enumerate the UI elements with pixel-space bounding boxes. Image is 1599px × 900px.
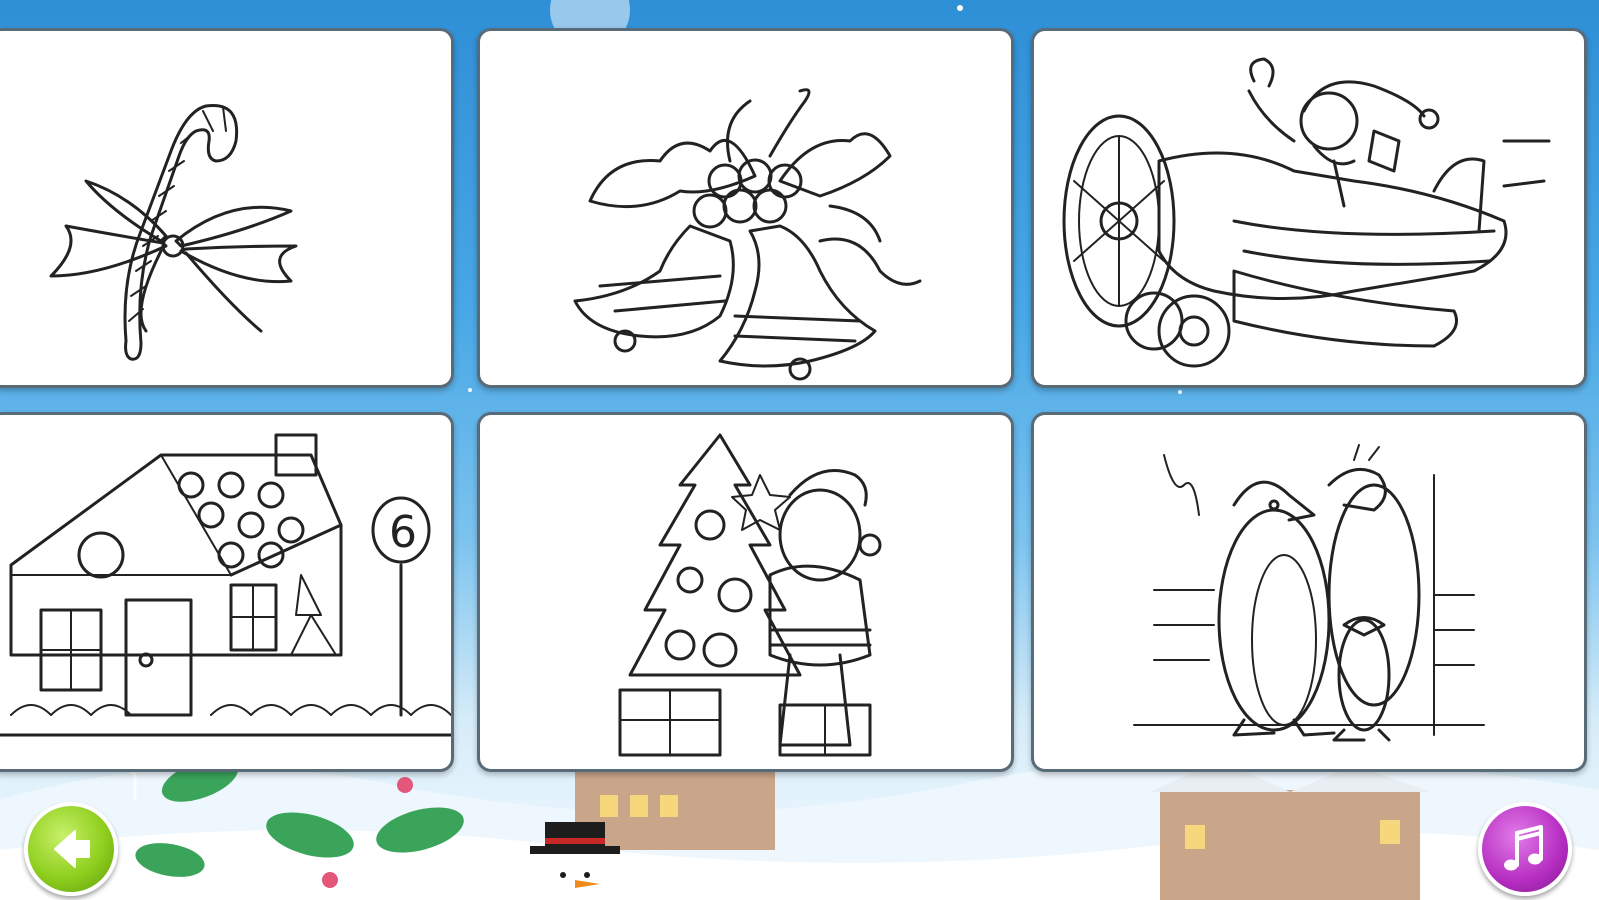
music-toggle-button[interactable] xyxy=(1478,802,1572,896)
gingerbread-house-illustration: 6 xyxy=(0,433,451,737)
coloring-page-christmas-bells[interactable] xyxy=(477,28,1014,388)
penguins-illustration xyxy=(1133,444,1485,742)
candy-cane-illustration xyxy=(49,103,298,361)
coloring-gallery-screen: 6 xyxy=(0,0,1599,900)
coloring-page-penguins[interactable] xyxy=(1031,412,1587,772)
coloring-page-santa-christmas-tree[interactable] xyxy=(477,412,1014,772)
santa-airplane-illustration xyxy=(1062,57,1551,368)
christmas-bells-illustration xyxy=(573,88,922,381)
back-button[interactable] xyxy=(24,802,118,896)
santa-christmas-tree-illustration xyxy=(618,433,882,757)
arrow-left-icon xyxy=(54,830,90,868)
coloring-page-santa-airplane[interactable] xyxy=(1031,28,1587,388)
svg-text:6: 6 xyxy=(389,507,417,558)
coloring-page-candy-cane[interactable] xyxy=(0,28,454,388)
coloring-page-gingerbread-house[interactable]: 6 xyxy=(0,412,454,772)
music-note-icon xyxy=(1504,825,1543,871)
